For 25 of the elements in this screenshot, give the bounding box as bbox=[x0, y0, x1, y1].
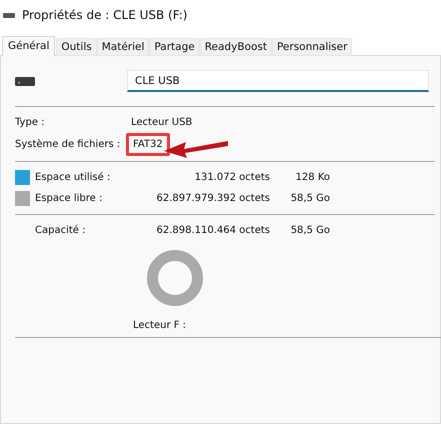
info-label: Type : bbox=[15, 117, 46, 128]
tab[interactable]: Matériel bbox=[96, 38, 150, 56]
window-title: Propriétés de : CLE USB (F:) bbox=[22, 8, 188, 22]
space-bytes: 62.897.979.392 octets bbox=[156, 193, 270, 204]
name-field[interactable]: CLE USB bbox=[127, 70, 429, 92]
space-size: 128 Ko bbox=[296, 172, 330, 183]
capacity-label: Capacité : bbox=[35, 225, 86, 236]
tab[interactable]: Outils bbox=[56, 38, 97, 56]
space-label: Espace utilisé : bbox=[35, 172, 112, 183]
tab[interactable]: Partage bbox=[149, 38, 200, 56]
capacity-size: 58,5 Go bbox=[290, 225, 330, 236]
tab[interactable]: Général bbox=[2, 36, 56, 56]
tab[interactable]: ReadyBoost bbox=[200, 38, 272, 56]
info-label: Système de fichiers : bbox=[15, 139, 122, 150]
drive-label: Lecteur F : bbox=[133, 320, 188, 331]
space-size: 58,5 Go bbox=[290, 193, 330, 204]
space-label: Espace libre : bbox=[35, 193, 104, 204]
donut-drawing bbox=[145, 248, 205, 308]
drive-icon bbox=[3, 12, 15, 18]
capacity-bytes: 62.898.110.464 octets bbox=[156, 225, 270, 236]
tab[interactable]: Personnaliser bbox=[272, 38, 352, 56]
info-value: Lecteur USB bbox=[131, 117, 192, 128]
drive-icon bbox=[15, 76, 35, 86]
info-value: FAT32 bbox=[126, 133, 170, 156]
space-bytes: 131.072 octets bbox=[194, 172, 270, 183]
